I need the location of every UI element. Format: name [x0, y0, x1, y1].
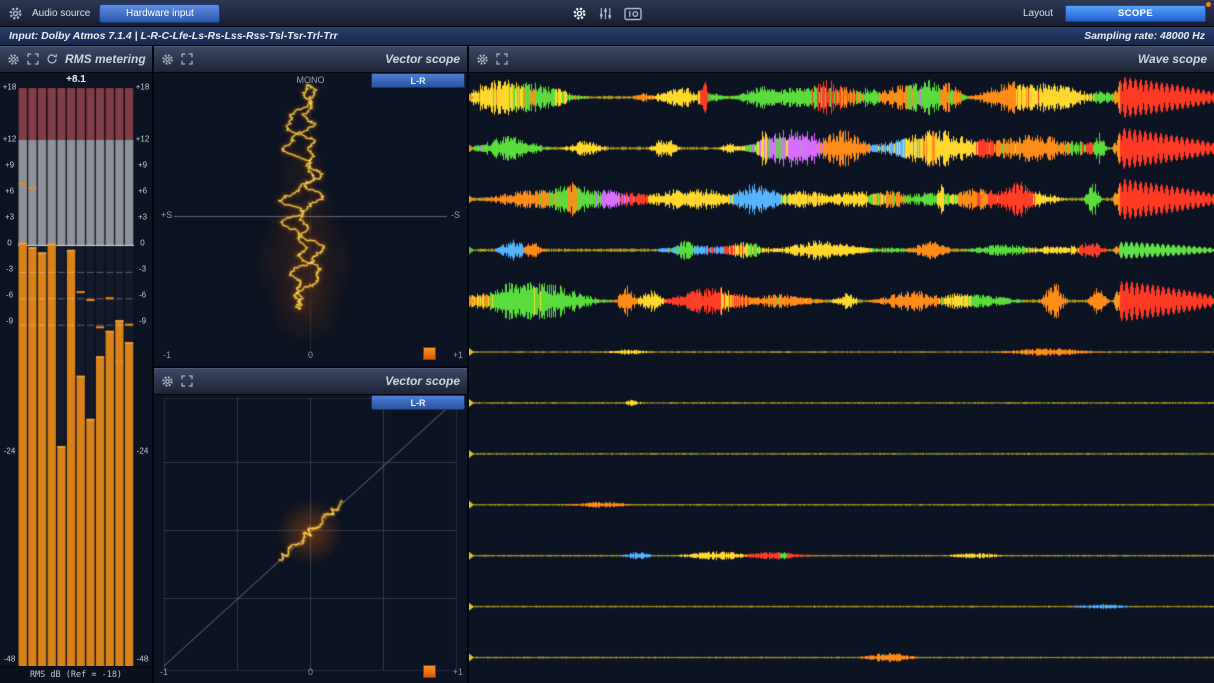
xy-scope-canvas: [154, 394, 467, 683]
rms-tick-label: +6: [1, 187, 18, 196]
audio-source-label: Audio source: [32, 8, 90, 19]
fullscreen-icon[interactable]: [181, 53, 193, 65]
notification-dot: [1206, 2, 1211, 7]
rms-tick-label: -24: [134, 447, 151, 456]
fullscreen-icon[interactable]: [496, 53, 508, 65]
rms-tick-label: +18: [1, 83, 18, 92]
vector-scope-xy-panel: Vector scope L-R -1 0 +1: [154, 368, 467, 683]
panel-title: Vector scope: [385, 52, 460, 66]
vector-scope-polar-panel: Vector scope L-R MONO +S -S -1 0 +1: [154, 46, 467, 366]
minus-s-label: -S: [451, 210, 460, 220]
rms-max-readout: +8.1: [18, 74, 134, 85]
settings-gear-icon[interactable]: [8, 6, 23, 21]
rms-tick-label: -48: [134, 655, 151, 664]
x-tick-zero: 0: [308, 667, 313, 677]
rms-tick-label: -6: [1, 291, 18, 300]
panel-title: Wave scope: [1138, 52, 1207, 66]
gear-icon[interactable]: [161, 375, 174, 388]
rms-tick-label: +18: [134, 83, 151, 92]
info-bar: Input: Dolby Atmos 7.1.4 | L-R-C-Lfe-Ls-…: [0, 27, 1214, 46]
plus-s-label: +S: [161, 210, 172, 220]
gear-icon[interactable]: [572, 6, 587, 21]
vector-scope-header: Vector scope: [154, 46, 467, 73]
gear-icon[interactable]: [161, 53, 174, 66]
fullscreen-icon[interactable]: [27, 53, 39, 65]
fullscreen-icon[interactable]: [181, 375, 193, 387]
goniometer-canvas: [154, 72, 467, 366]
panel-title: RMS metering: [65, 52, 146, 66]
top-bar: Audio source Hardware input Layout SCOPE: [0, 0, 1214, 27]
wave-scope-canvas: [469, 72, 1214, 683]
gear-icon[interactable]: [476, 53, 489, 66]
wave-scope-panel: Wave scope: [469, 46, 1214, 683]
rms-tick-label: +9: [134, 161, 151, 170]
rms-tick-label: -9: [134, 317, 151, 326]
rms-tick-label: 0: [134, 239, 151, 248]
layout-label: Layout: [1023, 8, 1053, 19]
rms-tick-label: 0: [1, 239, 18, 248]
rms-meter-canvas: [18, 87, 134, 668]
rms-tick-label: -48: [1, 655, 18, 664]
rms-tick-label: +3: [1, 213, 18, 222]
gear-icon[interactable]: [7, 53, 20, 66]
vector-scope-header: Vector scope: [154, 368, 467, 395]
mono-label: MONO: [297, 75, 325, 85]
rms-tick-label: +6: [134, 187, 151, 196]
clip-indicator[interactable]: [423, 665, 436, 678]
layout-group: Layout SCOPE: [1023, 5, 1206, 22]
rms-tick-label: +12: [134, 135, 151, 144]
rms-scale-right: +18+12+9+6+30-3-6-9-24-48: [134, 87, 151, 659]
rms-tick-label: -6: [134, 291, 151, 300]
x-tick-neg1: -1: [163, 350, 171, 360]
x-tick-pos1: +1: [453, 350, 463, 360]
lr-mode-button[interactable]: L-R: [371, 73, 465, 88]
input-format-text: Input: Dolby Atmos 7.1.4 | L-R-C-Lfe-Ls-…: [9, 30, 338, 42]
rms-tick-label: +12: [1, 135, 18, 144]
rms-footer-label: RMS dB (Ref = -18): [0, 666, 152, 683]
rms-tick-label: +9: [1, 161, 18, 170]
x-tick-zero: 0: [308, 350, 313, 360]
refresh-icon[interactable]: [46, 53, 58, 65]
sampling-rate-text: Sampling rate: 48000 Hz: [1084, 30, 1205, 42]
panel-title: Vector scope: [385, 374, 460, 388]
hardware-input-button[interactable]: Hardware input: [99, 4, 220, 23]
wave-scope-header: Wave scope: [469, 46, 1214, 73]
rms-tick-label: -24: [1, 447, 18, 456]
rms-tick-label: -3: [134, 265, 151, 274]
io-routing-icon[interactable]: [624, 7, 642, 21]
x-tick-neg1: -1: [160, 667, 168, 677]
rms-tick-label: +3: [134, 213, 151, 222]
app-window: { "top_bar": { "audio_source_label": "Au…: [0, 0, 1214, 683]
scope-button[interactable]: SCOPE: [1065, 5, 1206, 22]
center-toolbar: [572, 0, 642, 27]
rms-panel-header: RMS metering: [0, 46, 152, 73]
x-tick-pos1: +1: [453, 667, 463, 677]
sliders-icon[interactable]: [598, 6, 613, 21]
rms-tick-label: -9: [1, 317, 18, 326]
clip-indicator[interactable]: [423, 347, 436, 360]
lr-mode-button[interactable]: L-R: [371, 395, 465, 410]
rms-metering-panel: RMS metering +8.1 +18 +12 +9 +6 +3 0 -3 -6 -9 -24…: [0, 46, 152, 683]
rms-tick-label: -3: [1, 265, 18, 274]
audio-source-group: Audio source Hardware input: [8, 4, 220, 23]
rms-scale-left: +18+12+9+6+30-3-6-9-24-48: [1, 87, 18, 659]
